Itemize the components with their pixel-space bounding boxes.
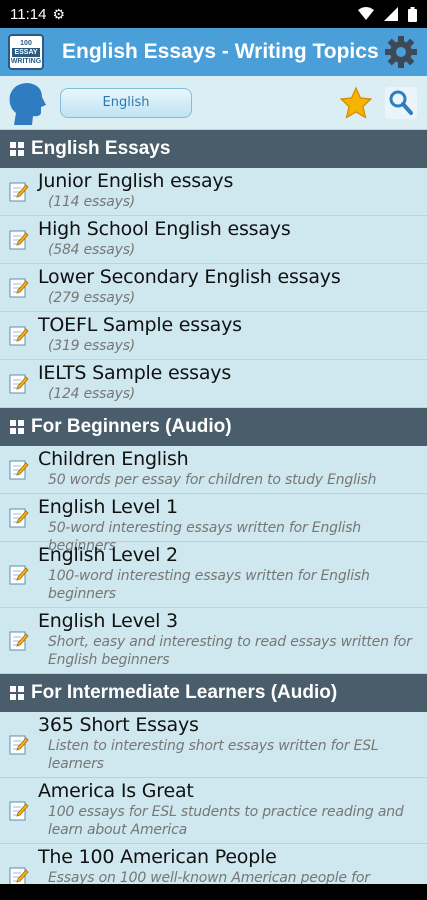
item-title: Junior English essays: [38, 170, 234, 192]
navigation-bar: [0, 884, 427, 900]
item-title: English Level 2: [38, 544, 178, 566]
toolbar: English: [0, 76, 427, 130]
status-bar: 11:14 ⚙: [0, 0, 427, 28]
document-edit-icon: [9, 230, 29, 249]
document-edit-icon: [9, 326, 29, 345]
signal-icon: [384, 7, 398, 21]
item-title: Lower Secondary English essays: [38, 266, 341, 288]
app-bar: 100 ESSAY WRITING English Essays - Writi…: [0, 28, 427, 76]
item-subtitle: (279 essays): [48, 290, 136, 306]
status-time: 11:14: [10, 5, 47, 23]
grid-icon: [10, 686, 24, 700]
list-item[interactable]: English Level 1 50-word interesting essay…: [0, 494, 427, 554]
section-header-english-essays: English Essays: [0, 130, 427, 168]
document-edit-icon: [9, 460, 29, 479]
app-logo: 100 ESSAY WRITING: [8, 34, 44, 70]
logo-text-bottom: WRITING: [10, 57, 42, 65]
list-item[interactable]: 365 Short Essays Listen to interesting sh…: [0, 712, 427, 778]
logo-text-mid: ESSAY: [12, 47, 40, 57]
item-subtitle: (124 essays): [48, 386, 136, 402]
document-edit-icon: [9, 565, 29, 584]
search-icon[interactable]: [385, 86, 417, 119]
item-title: The 100 American People: [38, 846, 277, 868]
document-edit-icon: [9, 374, 29, 393]
list-item[interactable]: America Is Great 100 essays for ESL stude…: [0, 778, 427, 844]
language-selector[interactable]: English: [60, 87, 192, 118]
item-subtitle: Listen to interesting short essays writt…: [48, 738, 379, 772]
document-edit-icon: [9, 801, 29, 820]
section-title: English Essays: [31, 138, 171, 159]
item-subtitle: 100-word interesting essays written for …: [48, 568, 370, 602]
speaking-head-icon: [9, 82, 47, 125]
document-edit-icon: [9, 278, 29, 297]
grid-icon: [10, 420, 24, 434]
section-header-beginners: For Beginners (Audio): [0, 408, 427, 446]
item-subtitle: Short, easy and interesting to read essa…: [48, 634, 412, 668]
list-item[interactable]: IELTS Sample essays (124 essays): [0, 360, 427, 408]
app-title: English Essays - Writing Topics: [62, 40, 379, 63]
section-title: For Intermediate Learners (Audio): [31, 682, 338, 703]
wifi-icon: [358, 7, 374, 20]
item-subtitle: (319 essays): [48, 338, 136, 354]
item-subtitle: (584 essays): [48, 242, 136, 258]
list-item[interactable]: Junior English essays (114 essays): [0, 168, 427, 216]
item-title: English Level 1: [38, 496, 178, 518]
logo-text-top: 100: [20, 39, 32, 47]
grid-icon: [10, 142, 24, 156]
section-title: For Beginners (Audio): [31, 416, 232, 437]
gear-icon: [385, 36, 417, 68]
list-item[interactable]: Lower Secondary English essays (279 essay…: [0, 264, 427, 312]
settings-button[interactable]: [383, 34, 419, 70]
item-subtitle: 50 words per essay for children to study…: [48, 472, 377, 488]
document-edit-icon: [9, 631, 29, 650]
document-edit-icon: [9, 735, 29, 754]
item-subtitle: 100 essays for ESL students to practice …: [48, 804, 404, 838]
battery-icon: [408, 6, 417, 22]
document-edit-icon: [9, 182, 29, 201]
item-title: TOEFL Sample essays: [38, 314, 242, 336]
item-title: 365 Short Essays: [38, 714, 199, 736]
list-item[interactable]: English Level 2 100-word interesting essa…: [0, 542, 427, 608]
document-edit-icon: [9, 508, 29, 527]
list-item[interactable]: English Level 3 Short, easy and interesti…: [0, 608, 427, 674]
item-title: America Is Great: [38, 780, 194, 802]
settings-notification-icon: ⚙: [52, 5, 65, 22]
list-item[interactable]: Children English 50 words per essay for c…: [0, 446, 427, 494]
item-title: High School English essays: [38, 218, 291, 240]
item-title: English Level 3: [38, 610, 178, 632]
list-item[interactable]: TOEFL Sample essays (319 essays): [0, 312, 427, 360]
item-subtitle: (114 essays): [48, 194, 136, 210]
favorites-star-icon[interactable]: [339, 86, 373, 120]
item-title: Children English: [38, 448, 189, 470]
section-header-intermediate: For Intermediate Learners (Audio): [0, 674, 427, 712]
list-item[interactable]: High School English essays (584 essays): [0, 216, 427, 264]
item-title: IELTS Sample essays: [38, 362, 232, 384]
